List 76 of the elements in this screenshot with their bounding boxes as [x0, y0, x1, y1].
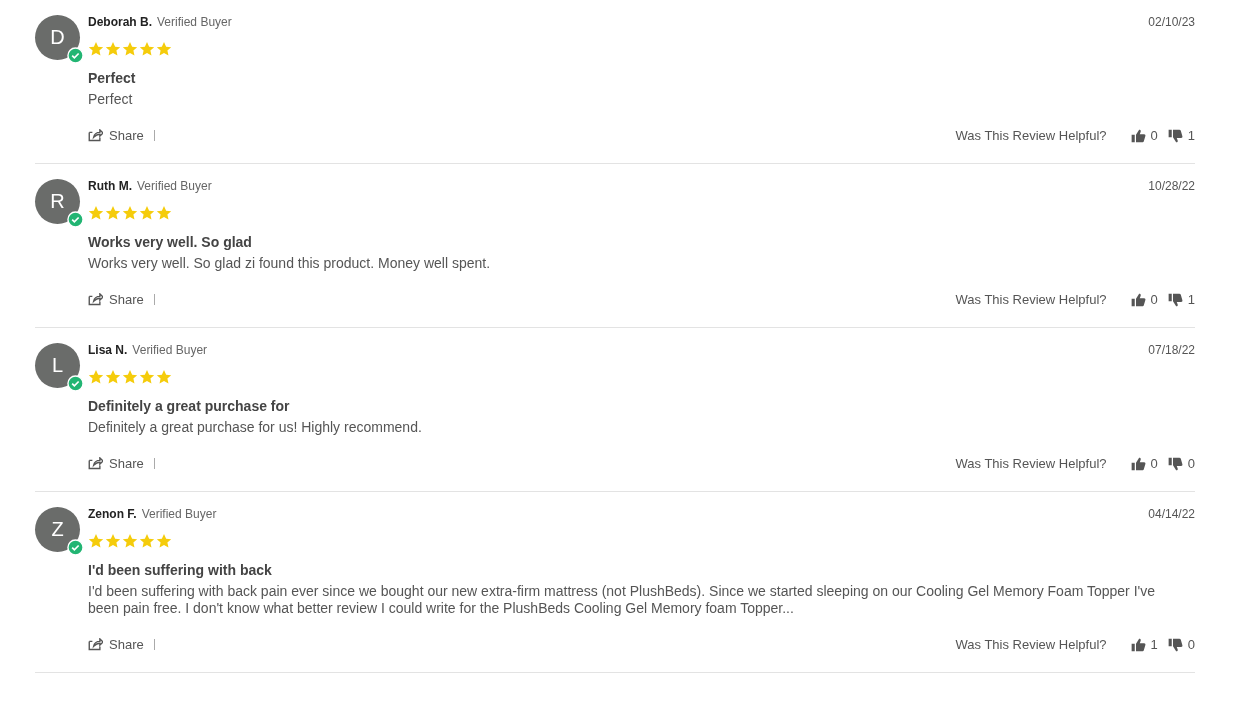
helpful-yes-button[interactable]: 0 [1130, 128, 1158, 143]
review-text: Definitely a great purchase for us! Highly recommend. [88, 419, 423, 436]
verified-check-icon [67, 211, 84, 228]
share-button[interactable]: Share [88, 637, 144, 652]
helpful-no-button[interactable]: 1 [1167, 292, 1195, 307]
star-icon [156, 205, 172, 221]
star-icon [88, 41, 104, 57]
share-button[interactable]: Share [88, 128, 144, 143]
thumbs-down-icon [1167, 637, 1183, 652]
star-icon [156, 369, 172, 385]
reviewer-name: Lisa N. [88, 343, 128, 357]
verified-label: Verified Buyer [141, 507, 217, 521]
review-text: Perfect [88, 91, 134, 108]
review-date: 02/10/23 [1148, 15, 1195, 29]
thumbs-up-icon [1130, 292, 1146, 307]
helpful-prompt: Was This Review Helpful? [955, 292, 1107, 307]
star-icon [156, 533, 172, 549]
thumbs-down-icon [1167, 128, 1183, 143]
star-icon [105, 205, 121, 221]
review-title: Definitely a great purchase for [88, 398, 291, 414]
share-icon [88, 129, 103, 142]
star-icon [156, 41, 172, 57]
star-icon [88, 205, 104, 221]
avatar: D [35, 15, 80, 60]
star-icon [122, 369, 138, 385]
verified-label: Verified Buyer [132, 343, 208, 357]
review-date: 10/28/22 [1148, 179, 1195, 193]
helpful-prompt: Was This Review Helpful? [955, 128, 1107, 143]
avatar: L [35, 343, 80, 388]
review-date: 04/14/22 [1148, 507, 1195, 521]
review-title: I'd been suffering with back [88, 562, 273, 578]
review-title: Perfect [88, 70, 137, 86]
star-icon [105, 533, 121, 549]
helpful-yes-button[interactable]: 1 [1130, 637, 1158, 652]
helpful-yes-button[interactable]: 0 [1130, 456, 1158, 471]
share-icon [88, 638, 103, 651]
review-title: Works very well. So glad [88, 234, 253, 250]
star-icon [88, 369, 104, 385]
share-icon [88, 457, 103, 470]
helpful-prompt: Was This Review Helpful? [955, 637, 1107, 652]
star-icon [139, 369, 155, 385]
share-button[interactable]: Share [88, 292, 144, 307]
star-icon [122, 41, 138, 57]
star-icon [88, 533, 104, 549]
share-button[interactable]: Share [88, 456, 144, 471]
share-icon [88, 293, 103, 306]
reviewer-name: Deborah B. [88, 15, 152, 29]
verified-check-icon [67, 539, 84, 556]
helpful-no-button[interactable]: 0 [1167, 456, 1195, 471]
avatar: Z [35, 507, 80, 552]
star-icon [122, 205, 138, 221]
review-date: 07/18/22 [1148, 343, 1195, 357]
thumbs-up-icon [1130, 637, 1146, 652]
star-icon [122, 533, 138, 549]
thumbs-down-icon [1167, 292, 1183, 307]
helpful-yes-button[interactable]: 0 [1130, 292, 1158, 307]
star-icon [105, 41, 121, 57]
verified-label: Verified Buyer [137, 179, 212, 193]
star-icon [105, 369, 121, 385]
review-text: I'd been suffering with back pain ever since we bought our new extra-firm mattress (not PlushBeds). Since we started sleeping on our Cooling Gel Memory Foam Topper I've been pain free. I don't know what better review I could write for the PlushBeds Cooling Gel Memory foam Topper... [88, 583, 1157, 617]
thumbs-up-icon [1130, 456, 1146, 471]
avatar: R [35, 179, 80, 224]
star-icon [139, 205, 155, 221]
thumbs-down-icon [1167, 456, 1183, 471]
star-icon [139, 533, 155, 549]
verified-check-icon [67, 375, 84, 392]
review-text: Works very well. So glad zi found this product. Money well spent. [88, 255, 492, 272]
star-icon [139, 41, 155, 57]
verified-check-icon [67, 47, 84, 64]
thumbs-up-icon [1130, 128, 1146, 143]
verified-label: Verified Buyer [157, 15, 232, 29]
helpful-prompt: Was This Review Helpful? [955, 456, 1107, 471]
reviewer-name: Zenon F. [88, 507, 137, 521]
helpful-no-button[interactable]: 1 [1167, 128, 1195, 143]
reviewer-name: Ruth M. [88, 179, 132, 193]
helpful-no-button[interactable]: 0 [1167, 637, 1195, 652]
